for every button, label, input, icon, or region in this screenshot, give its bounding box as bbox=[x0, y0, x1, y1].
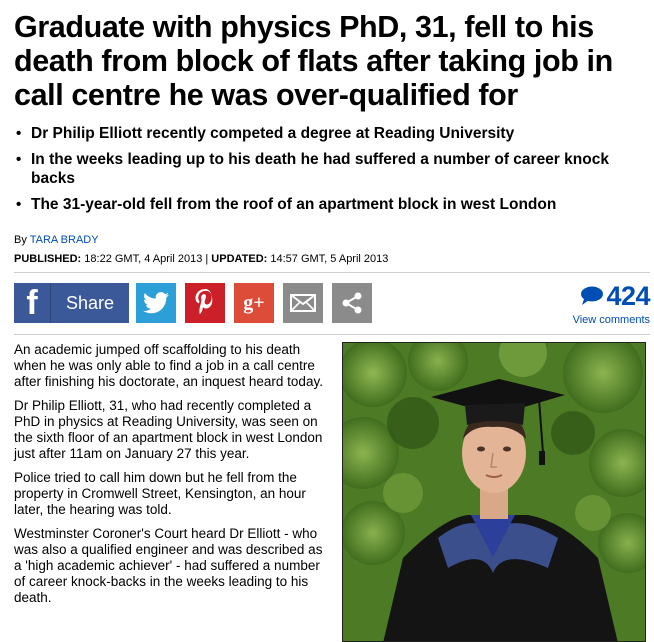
email-share-button[interactable] bbox=[283, 283, 323, 323]
comments-widget[interactable]: 424 View comments bbox=[540, 281, 651, 327]
summary-bullet: • Dr Philip Elliott recently competed a d… bbox=[14, 124, 644, 143]
article-body: An academic jumped off scaffolding to hi… bbox=[14, 342, 324, 614]
email-icon bbox=[290, 294, 316, 312]
share-icon bbox=[342, 292, 362, 314]
pinterest-share-button[interactable] bbox=[185, 283, 225, 323]
summary-bullet-text: In the weeks leading up to his death he … bbox=[31, 151, 609, 187]
facebook-share-button[interactable]: f Share bbox=[14, 283, 129, 323]
body-paragraph: An academic jumped off scaffolding to hi… bbox=[14, 342, 323, 389]
google-plus-icon: g+ bbox=[243, 291, 265, 314]
byline-prefix: By bbox=[14, 234, 27, 246]
more-share-button[interactable] bbox=[332, 283, 372, 323]
byline: By Tara Brady bbox=[14, 233, 99, 247]
view-comments-link[interactable]: View comments bbox=[540, 313, 650, 327]
pinterest-icon bbox=[195, 289, 213, 315]
comment-bubble-icon bbox=[581, 286, 604, 305]
body-paragraph: Westminster Coroner's Court heard Dr Ell… bbox=[14, 526, 323, 605]
divider bbox=[14, 334, 650, 335]
facebook-share-label: Share bbox=[65, 292, 115, 313]
twitter-share-button[interactable] bbox=[136, 283, 176, 323]
summary-bullet-text: The 31-year-old fell from the roof of an… bbox=[31, 196, 557, 213]
graduate-portrait-image bbox=[343, 343, 645, 641]
author-link[interactable]: Tara Brady bbox=[30, 234, 99, 246]
published-date: 18:22 GMT, 4 April 2013 bbox=[84, 253, 203, 265]
comment-count-row[interactable]: 424 bbox=[540, 281, 650, 311]
updated-date: 14:57 GMT, 5 April 2013 bbox=[270, 253, 389, 265]
summary-bullet: • In the weeks leading up to his death he… bbox=[14, 150, 644, 188]
summary-bullet: • The 31-year-old fell from the roof of a… bbox=[14, 195, 644, 214]
body-paragraph: Dr Philip Elliott, 31, who had recently … bbox=[14, 398, 323, 461]
article-photo bbox=[342, 342, 646, 642]
published-label: PUBLISHED: bbox=[14, 253, 82, 265]
bullet-dot: • bbox=[16, 196, 22, 213]
updated-label: UPDATED: bbox=[211, 253, 268, 265]
bullet-dot: • bbox=[16, 151, 22, 168]
body-paragraph: Police tried to call him down but he fel… bbox=[14, 470, 306, 517]
twitter-icon bbox=[143, 292, 169, 314]
summary-bullet-text: Dr Philip Elliott recently competed a de… bbox=[31, 125, 515, 142]
summary-bullets: • Dr Philip Elliott recently competed a d… bbox=[14, 124, 644, 221]
dates-separator: | bbox=[205, 253, 209, 265]
article-page: Graduate with physics PhD, 31, fell to h… bbox=[0, 0, 654, 642]
google-plus-share-button[interactable]: g+ bbox=[234, 283, 274, 323]
divider bbox=[14, 272, 650, 273]
bullet-dot: • bbox=[16, 125, 22, 142]
comment-count[interactable]: 424 bbox=[606, 281, 650, 311]
facebook-icon: f bbox=[14, 283, 51, 323]
headline: Graduate with physics PhD, 31, fell to h… bbox=[14, 10, 613, 112]
publish-dates: PUBLISHED: 18:22 GMT, 4 April 2013 | UPD… bbox=[14, 252, 388, 266]
